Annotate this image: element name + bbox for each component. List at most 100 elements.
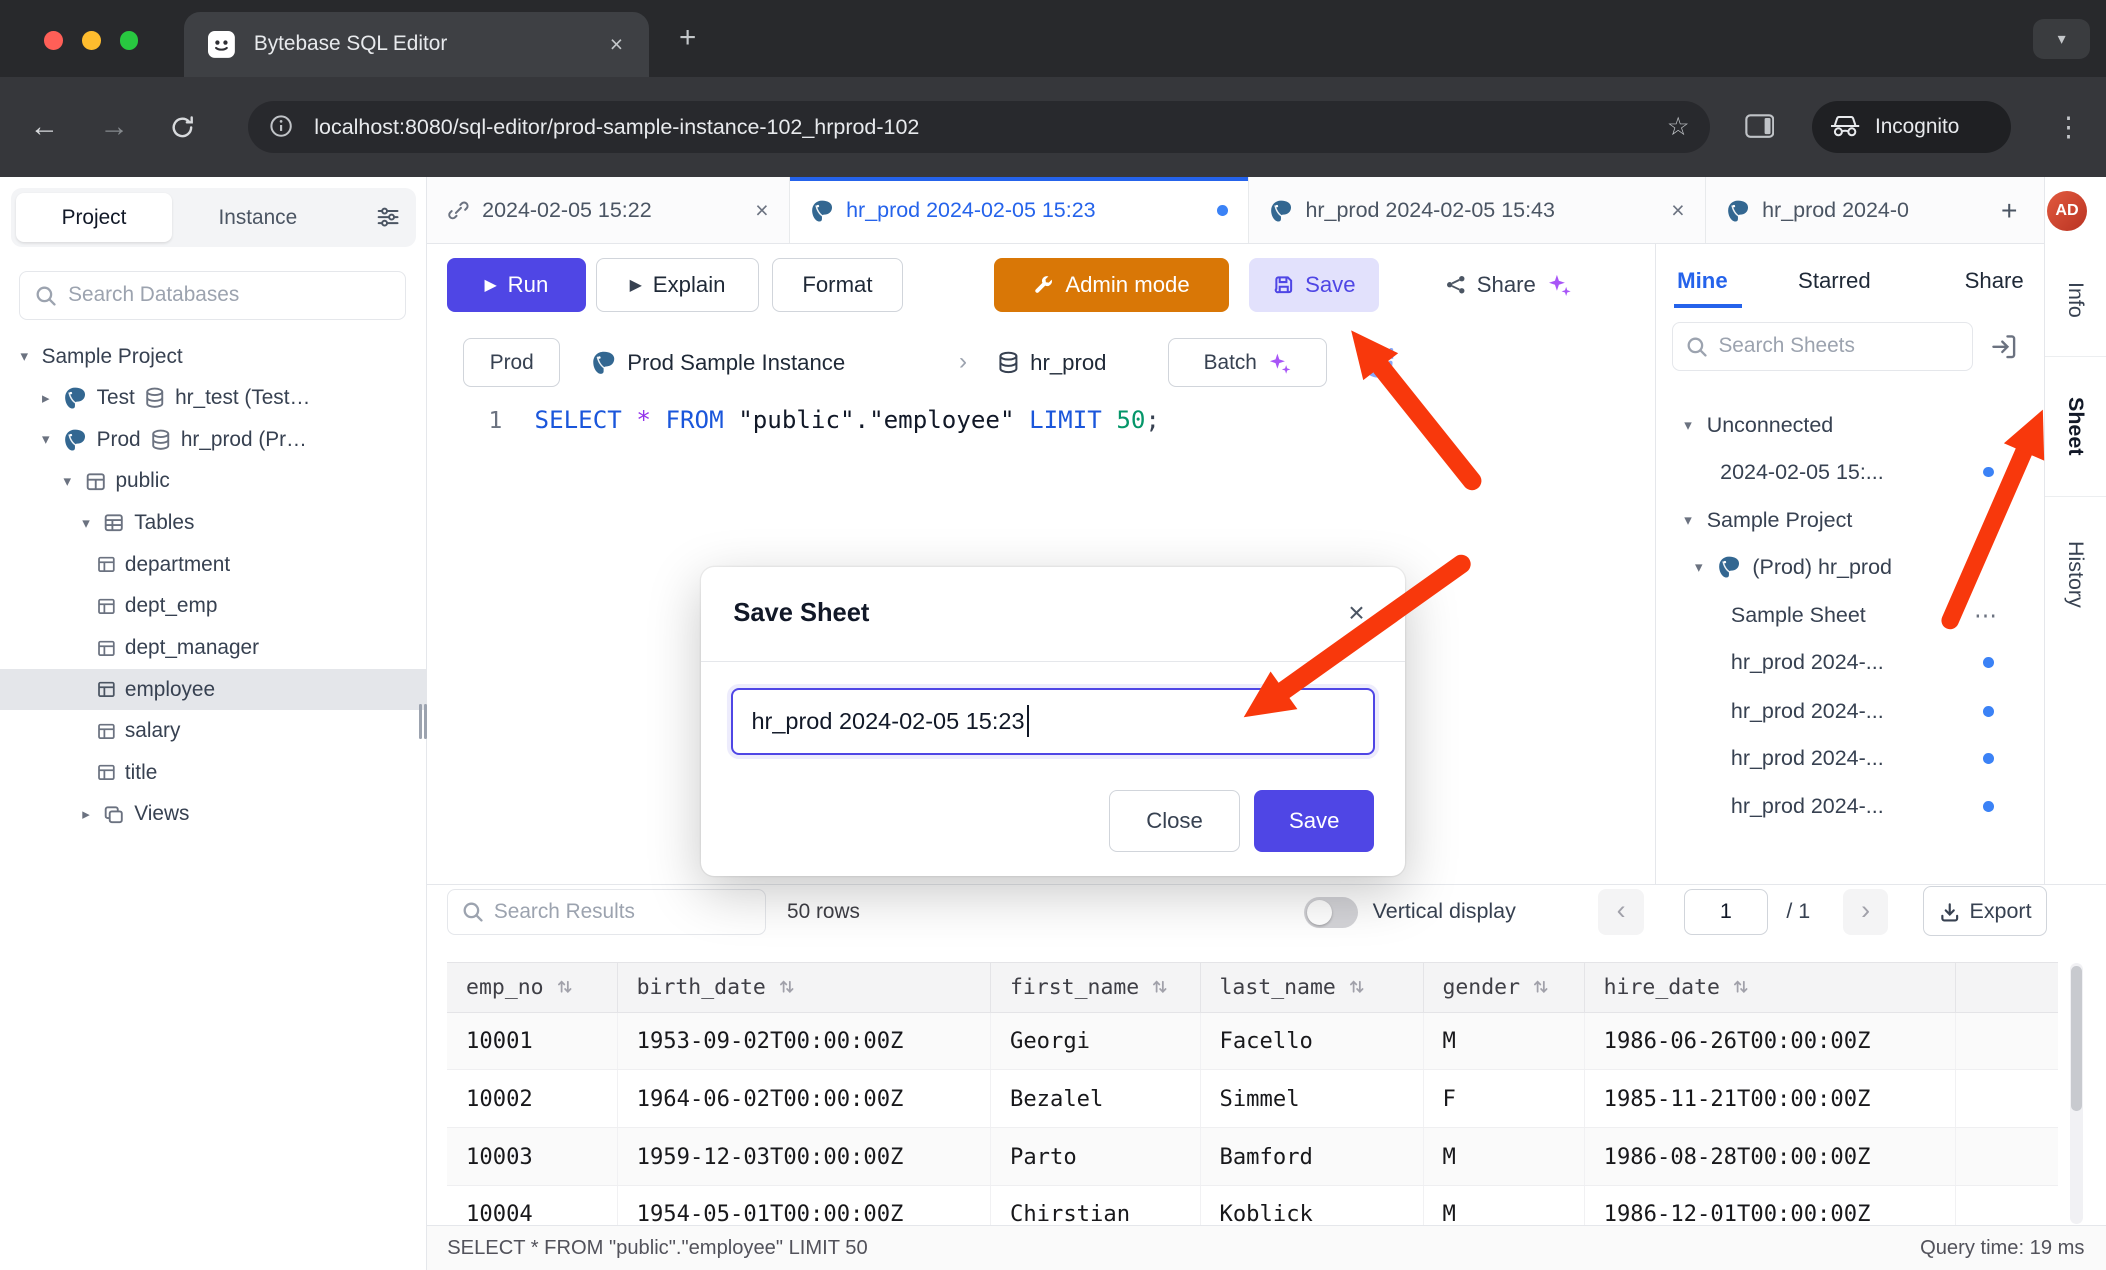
- table-row[interactable]: 10003 1959-12-03T00:00:00Z Parto Bamford…: [447, 1128, 2057, 1186]
- cell[interactable]: Bamford: [1201, 1128, 1424, 1185]
- cell[interactable]: M: [1424, 1013, 1585, 1070]
- sheet-item[interactable]: hr_prod 2024-...: [1656, 783, 2044, 830]
- close-icon[interactable]: ×: [1338, 594, 1376, 632]
- column-header[interactable]: gender: [1424, 963, 1585, 1012]
- sheet-tab-starred[interactable]: Starred: [1798, 261, 1871, 301]
- tab-search-chevron-icon[interactable]: ▾: [2033, 19, 2089, 59]
- search-results-input[interactable]: Search Results: [447, 889, 765, 935]
- cell[interactable]: Facello: [1201, 1013, 1424, 1070]
- tree-item-table-department[interactable]: department: [0, 544, 427, 586]
- tree-item-table-salary[interactable]: salary: [0, 710, 427, 752]
- cell[interactable]: 1959-12-03T00:00:00Z: [618, 1128, 991, 1185]
- sheet-group-sample-project[interactable]: ▾ Sample Project: [1656, 497, 2044, 544]
- page-input[interactable]: [1684, 889, 1767, 935]
- cell[interactable]: 1964-06-02T00:00:00Z: [618, 1070, 991, 1127]
- column-header[interactable]: birth_date: [618, 963, 991, 1012]
- back-icon[interactable]: ←: [30, 77, 60, 178]
- sql-tab-2-active[interactable]: hr_prod 2024-02-05 15:23: [790, 177, 1249, 244]
- open-sheet-icon[interactable]: [1989, 332, 2019, 362]
- cell[interactable]: 1985-11-21T00:00:00Z: [1585, 1070, 1956, 1127]
- table-row[interactable]: 10004 1954-05-01T00:00:00Z Chirstian Kob…: [447, 1186, 2057, 1225]
- cell[interactable]: 10001: [447, 1013, 618, 1070]
- admin-mode-button[interactable]: Admin mode: [994, 258, 1229, 312]
- breadcrumb-instance[interactable]: Prod Sample Instance: [591, 338, 845, 386]
- browser-menu-icon[interactable]: ⋮: [2055, 77, 2082, 178]
- explain-button[interactable]: ▶ Explain: [596, 258, 759, 312]
- close-button[interactable]: Close: [1109, 790, 1239, 852]
- cell[interactable]: Parto: [991, 1128, 1201, 1185]
- bookmark-star-icon[interactable]: ☆: [1667, 101, 1690, 153]
- tree-item-test-instance[interactable]: ▸ Test hr_test (Test…: [0, 377, 427, 419]
- window-close-button[interactable]: [44, 31, 63, 50]
- sheet-group-unconnected[interactable]: ▾ Unconnected: [1656, 402, 2044, 449]
- sql-tab-3[interactable]: hr_prod 2024-02-05 15:43 ×: [1249, 177, 1706, 244]
- url-bar[interactable]: localhost:8080/sql-editor/prod-sample-in…: [248, 101, 1709, 153]
- column-header[interactable]: hire_date: [1585, 963, 1956, 1012]
- sheet-tab-share[interactable]: Share: [1965, 261, 2024, 301]
- close-icon[interactable]: ×: [1671, 197, 1684, 224]
- search-databases-input[interactable]: Search Databases: [19, 271, 406, 319]
- tree-item-table-dept-manager[interactable]: dept_manager: [0, 627, 427, 669]
- cell[interactable]: Bezalel: [991, 1070, 1201, 1127]
- cell[interactable]: 10003: [447, 1128, 618, 1185]
- url-text[interactable]: localhost:8080/sql-editor/prod-sample-in…: [314, 101, 919, 153]
- run-button[interactable]: ▶ Run: [447, 258, 585, 312]
- table-row[interactable]: 10001 1953-09-02T00:00:00Z Georgi Facell…: [447, 1013, 2057, 1071]
- sheet-item-sample-sheet[interactable]: Sample Sheet ⋯: [1656, 592, 2044, 639]
- export-button[interactable]: Export: [1923, 886, 2047, 936]
- sql-tab-1[interactable]: 2024-02-05 15:22 ×: [427, 177, 790, 244]
- cell[interactable]: 10002: [447, 1070, 618, 1127]
- prev-page-button[interactable]: ‹: [1598, 889, 1644, 935]
- save-confirm-button[interactable]: Save: [1254, 790, 1374, 852]
- cell[interactable]: 1954-05-01T00:00:00Z: [618, 1186, 991, 1225]
- sheet-item[interactable]: hr_prod 2024-...: [1656, 735, 2044, 782]
- share-button[interactable]: Share: [1418, 258, 1598, 312]
- sheet-item[interactable]: hr_prod 2024-...: [1656, 688, 2044, 735]
- cell[interactable]: Chirstian: [991, 1186, 1201, 1225]
- sheet-tab-mine[interactable]: Mine: [1677, 261, 1727, 301]
- cell[interactable]: Georgi: [991, 1013, 1201, 1070]
- sheet-item[interactable]: hr_prod 2024-...: [1656, 639, 2044, 686]
- tab-close-icon[interactable]: ×: [602, 30, 632, 60]
- column-header[interactable]: emp_no: [447, 963, 618, 1012]
- cell[interactable]: 1986-06-26T00:00:00Z: [1585, 1013, 1956, 1070]
- tree-item-views-group[interactable]: ▸ Views: [0, 794, 427, 836]
- breadcrumb-database[interactable]: hr_prod: [997, 338, 1107, 386]
- browser-tab[interactable]: Bytebase SQL Editor ×: [184, 12, 649, 76]
- sheet-item[interactable]: 2024-02-05 15:...: [1656, 449, 2044, 496]
- cell[interactable]: M: [1424, 1128, 1585, 1185]
- sheet-name-input[interactable]: hr_prod 2024-02-05 15:23: [731, 688, 1376, 755]
- side-tab-history[interactable]: History: [2045, 497, 2105, 653]
- filter-sliders-icon[interactable]: [376, 205, 400, 235]
- column-header[interactable]: first_name: [991, 963, 1201, 1012]
- table-row[interactable]: 10002 1964-06-02T00:00:00Z Bezalel Simme…: [447, 1070, 2057, 1128]
- side-tab-sheet[interactable]: Sheet: [2045, 357, 2105, 497]
- save-button[interactable]: Save: [1249, 258, 1379, 312]
- sql-tab-4[interactable]: hr_prod 2024-0: [1706, 177, 1975, 244]
- cell[interactable]: Koblick: [1201, 1186, 1424, 1225]
- tree-item-table-employee[interactable]: employee: [0, 669, 427, 711]
- side-tab-info[interactable]: Info: [2045, 244, 2105, 357]
- vertical-display-toggle[interactable]: [1304, 897, 1358, 928]
- next-page-button[interactable]: ›: [1843, 889, 1889, 935]
- batch-button[interactable]: Batch: [1168, 338, 1326, 386]
- table-scrollbar-thumb[interactable]: [2071, 966, 2082, 1111]
- sidebar-resize-handle[interactable]: [419, 704, 428, 739]
- cell[interactable]: 10004: [447, 1186, 618, 1225]
- side-panel-icon[interactable]: [1745, 114, 1775, 144]
- close-icon[interactable]: ×: [755, 197, 768, 224]
- tab-project[interactable]: Project: [16, 193, 172, 241]
- tree-item-project[interactable]: ▾ Sample Project: [0, 336, 427, 378]
- tree-item-table-dept-emp[interactable]: dept_emp: [0, 586, 427, 628]
- forward-icon[interactable]: →: [99, 77, 129, 178]
- avatar[interactable]: AD: [2047, 191, 2087, 231]
- tab-instance[interactable]: Instance: [183, 193, 333, 241]
- sheet-group-database[interactable]: ▾ (Prod) hr_prod: [1656, 544, 2044, 591]
- format-button[interactable]: Format: [772, 258, 902, 312]
- tree-item-table-title[interactable]: title: [0, 752, 427, 794]
- tree-item-tables-group[interactable]: ▾ Tables: [0, 502, 427, 544]
- tree-item-schema-public[interactable]: ▾ public: [0, 461, 427, 503]
- search-sheets-input[interactable]: Search Sheets: [1672, 322, 1973, 370]
- environment-chip[interactable]: Prod: [463, 338, 560, 386]
- new-browser-tab-button[interactable]: +: [669, 19, 707, 57]
